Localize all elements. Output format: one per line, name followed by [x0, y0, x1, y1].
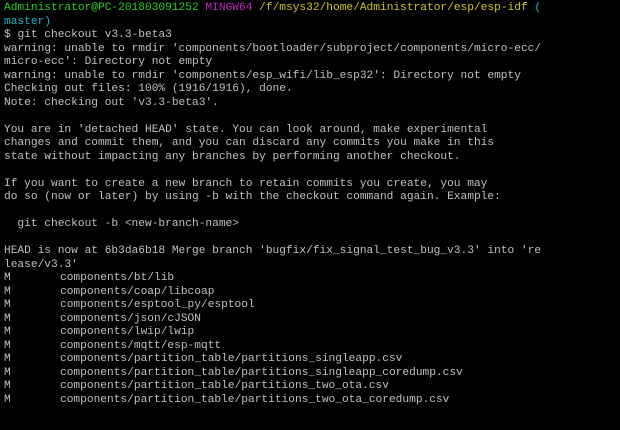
modified-file-row: Mcomponents/coap/libcoap: [4, 286, 616, 300]
output-line: do so (now or later) by using -b with th…: [4, 191, 501, 203]
file-status: M: [4, 339, 11, 352]
file-status: M: [4, 272, 11, 284]
file-status: M: [4, 285, 11, 298]
file-status: M: [4, 299, 11, 311]
output-line: warning: unable to rmdir 'components/boo…: [4, 42, 542, 55]
output-line: HEAD is now at 6b3da6b18 Merge branch 'b…: [4, 245, 542, 257]
file-path: components/partition_table/partitions_si…: [60, 366, 463, 379]
terminal-screen: Administrator@PC-201803091252 MINGW64 /f…: [4, 2, 616, 407]
file-path: components/esptool_py/esptool: [60, 299, 255, 311]
modified-file-row: Mcomponents/partition_table/partitions_s…: [4, 367, 616, 381]
file-status: M: [4, 353, 11, 365]
output-line: warning: unable to rmdir 'components/esp…: [4, 69, 521, 82]
command-text: git checkout v3.3-beta3: [17, 29, 172, 41]
output-line: Note: checking out 'v3.3-beta3'.: [4, 96, 219, 109]
file-status: M: [4, 312, 11, 325]
file-path: components/coap/libcoap: [60, 285, 215, 298]
modified-files-list: Mcomponents/bt/lib Mcomponents/coap/libc…: [4, 272, 616, 407]
file-status: M: [4, 366, 11, 379]
file-path: components/partition_table/partitions_tw…: [60, 380, 389, 392]
modified-file-row: Mcomponents/lwip/lwip: [4, 326, 616, 340]
output-line: If you want to create a new branch to re…: [4, 177, 488, 190]
modified-file-row: Mcomponents/partition_table/partitions_t…: [4, 394, 616, 408]
file-status: M: [4, 393, 11, 406]
command-line: $ git checkout v3.3-beta3: [4, 29, 616, 43]
file-path: components/mqtt/esp-mqtt: [60, 339, 222, 352]
modified-file-row: Mcomponents/mqtt/esp-mqtt: [4, 340, 616, 354]
file-path: components/partition_table/partitions_tw…: [60, 393, 450, 406]
command-output: warning: unable to rmdir 'components/boo…: [4, 43, 616, 273]
modified-file-row: Mcomponents/bt/lib: [4, 272, 616, 286]
terminal-window[interactable]: Administrator@PC-201803091252 MINGW64 /f…: [0, 0, 620, 430]
file-path: components/partition_table/partitions_si…: [60, 353, 403, 365]
output-line: micro-ecc': Directory not empty: [4, 56, 213, 68]
file-status: M: [4, 326, 11, 338]
prompt-branch-line: master): [4, 16, 616, 30]
prompt-path: /f/msys32/home/Administrator/esp/esp-idf: [259, 2, 528, 14]
prompt-branch-open: (: [534, 2, 542, 14]
file-path: components/lwip/lwip: [60, 326, 195, 338]
prompt-symbol: $: [4, 29, 11, 41]
file-path: components/bt/lib: [60, 272, 175, 284]
output-line: lease/v3.3': [4, 258, 78, 271]
file-path: components/json/cJSON: [60, 312, 201, 325]
output-line: You are in 'detached HEAD' state. You ca…: [4, 123, 488, 136]
output-line: state without impacting any branches by …: [4, 150, 461, 163]
modified-file-row: Mcomponents/partition_table/partitions_s…: [4, 353, 616, 367]
output-line: git checkout -b <new-branch-name>: [4, 218, 239, 230]
modified-file-row: Mcomponents/partition_table/partitions_t…: [4, 380, 616, 394]
prompt-system: MINGW64: [205, 2, 253, 14]
modified-file-row: Mcomponents/esptool_py/esptool: [4, 299, 616, 313]
file-status: M: [4, 380, 11, 392]
prompt-line: Administrator@PC-201803091252 MINGW64 /f…: [4, 2, 616, 16]
prompt-user-host: Administrator@PC-201803091252: [4, 2, 199, 14]
modified-file-row: Mcomponents/json/cJSON: [4, 313, 616, 327]
output-line: changes and commit them, and you can dis…: [4, 137, 495, 149]
prompt-branch-name: master): [4, 15, 51, 28]
output-line: Checking out files: 100% (1916/1916), do…: [4, 83, 293, 95]
